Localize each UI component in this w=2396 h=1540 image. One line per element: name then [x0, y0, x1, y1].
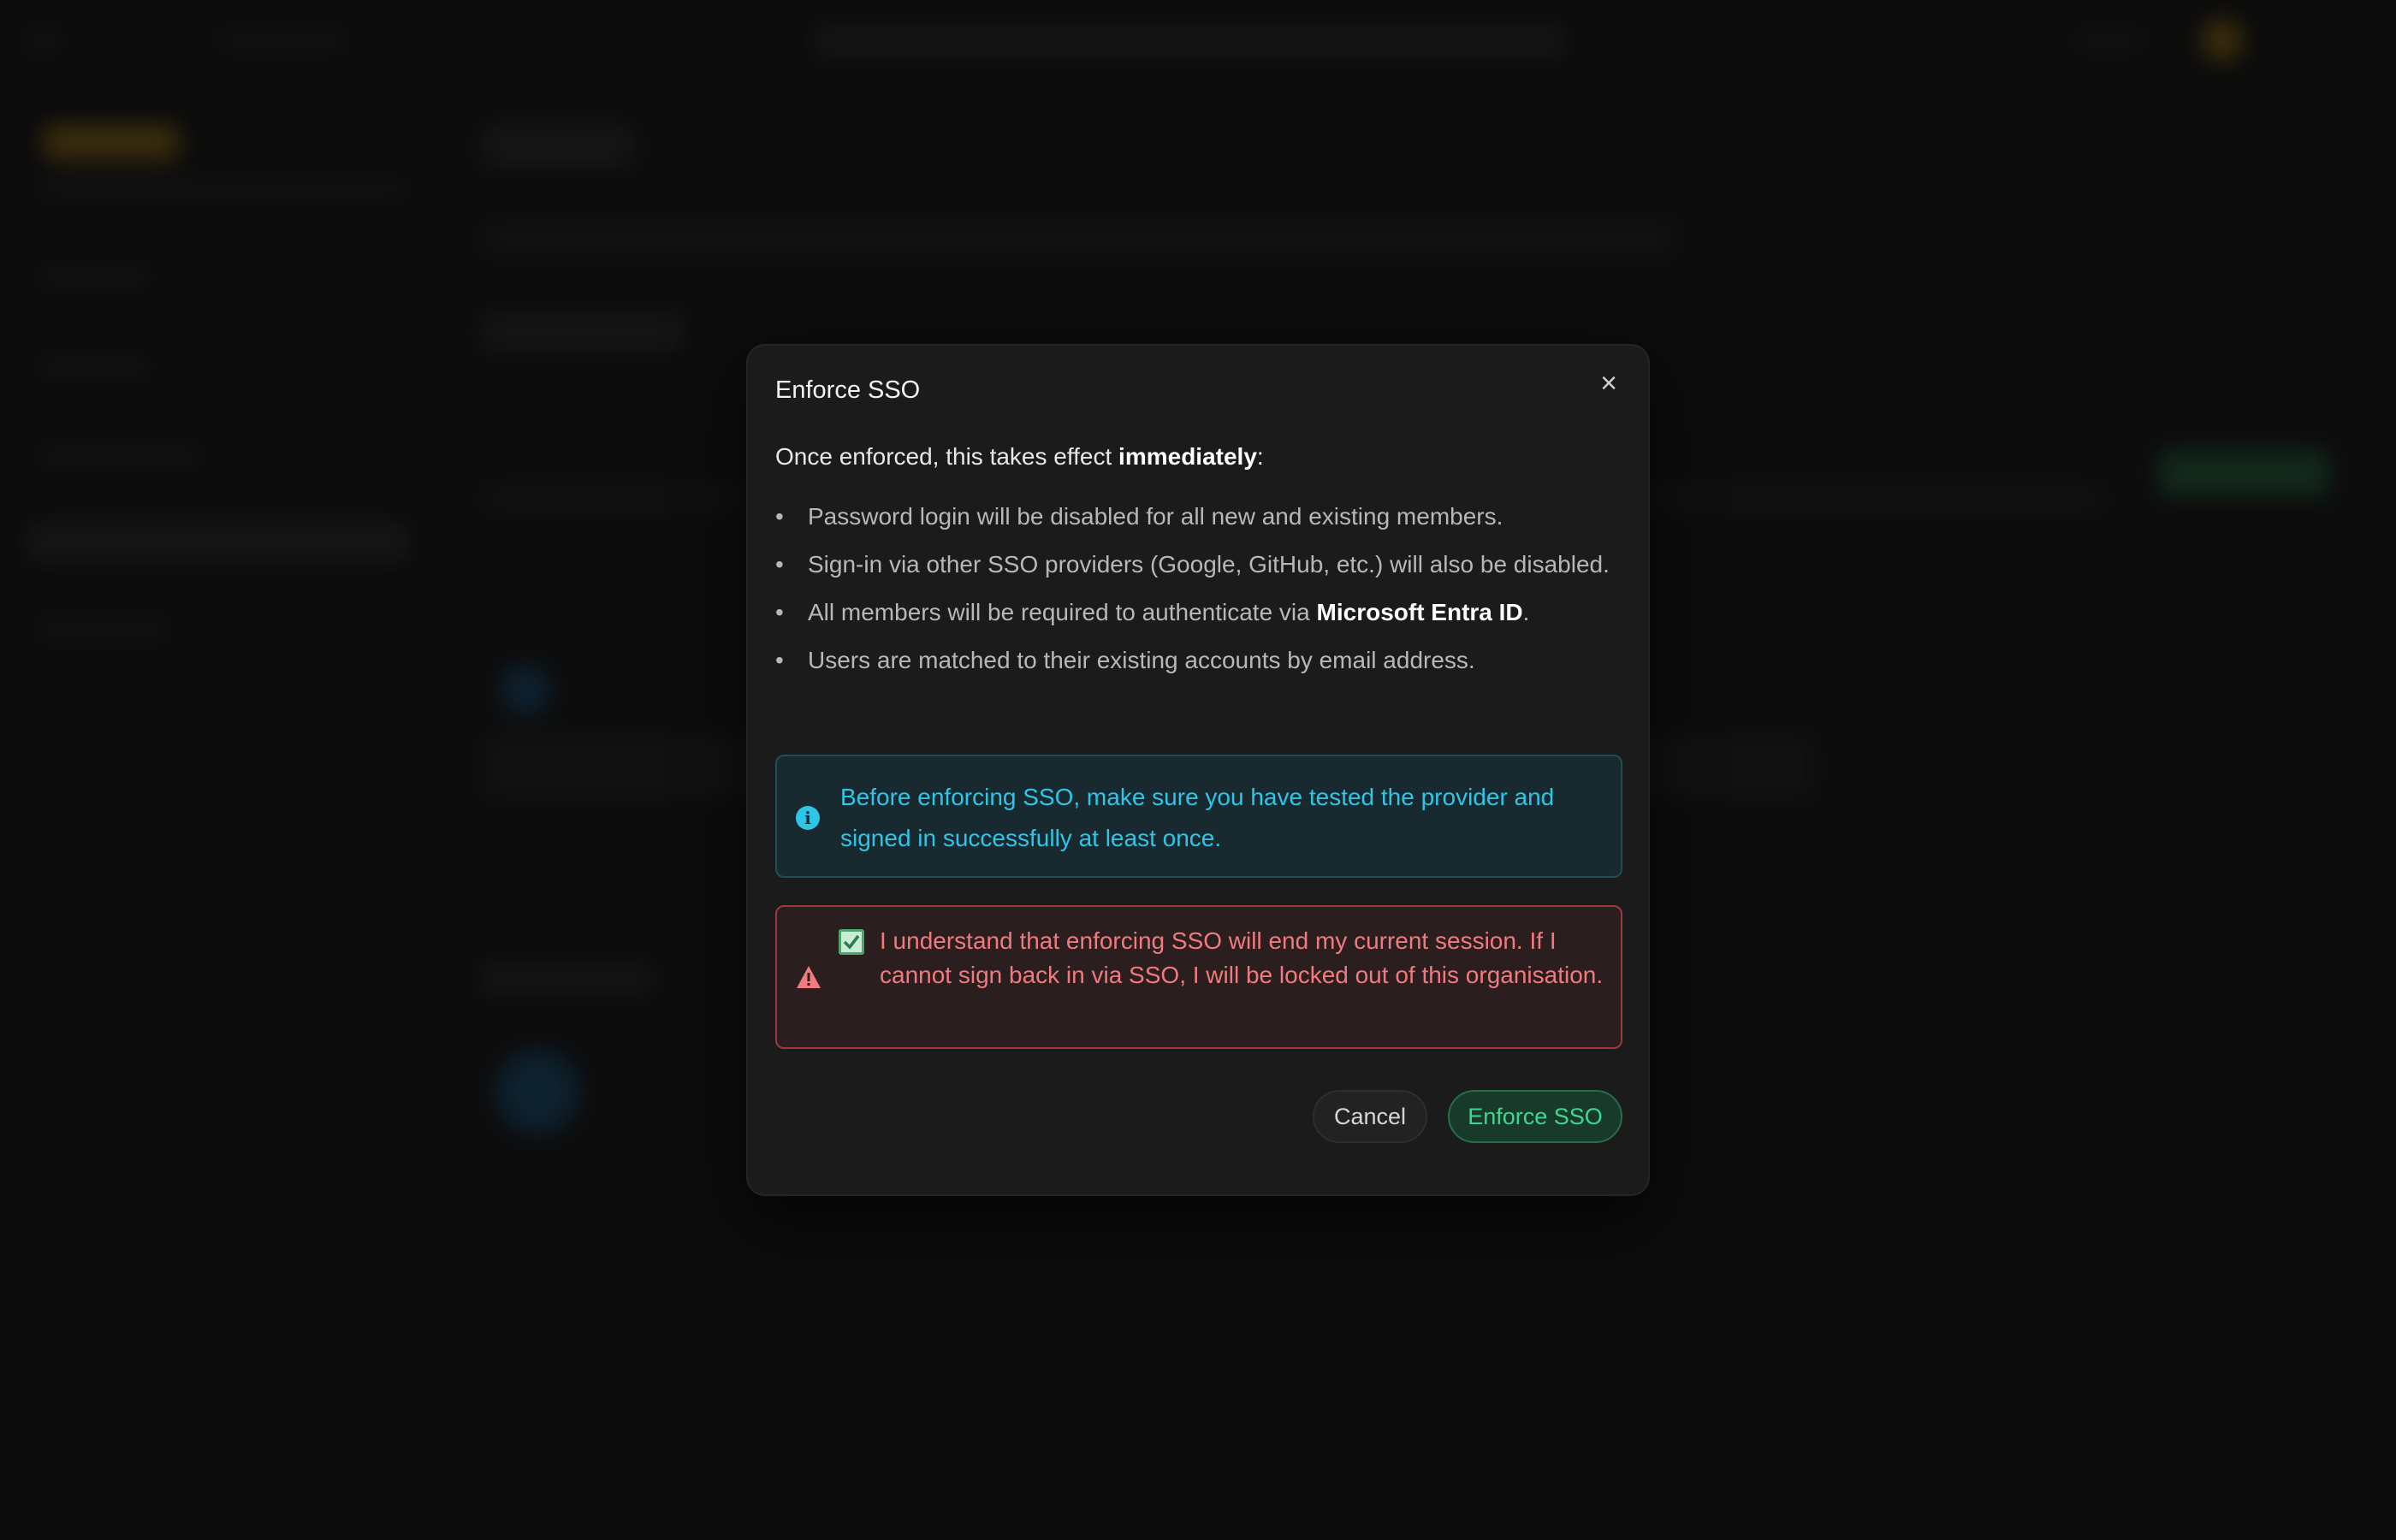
provider-name: Microsoft Entra ID: [1316, 599, 1523, 625]
dialog-intro: Once enforced, this takes effect immedia…: [775, 443, 1264, 471]
list-item-text: Sign-in via other SSO providers (Google,…: [808, 551, 1610, 578]
intro-suffix: :: [1256, 443, 1264, 470]
info-icon: i: [796, 806, 820, 830]
dialog-title: Enforce SSO: [775, 376, 921, 404]
info-text: Before enforcing SSO, make sure you have…: [840, 784, 1555, 851]
enforce-sso-button[interactable]: Enforce SSO: [1448, 1090, 1622, 1143]
checkmark-icon: [843, 934, 860, 950]
bullet-icon: •: [775, 647, 784, 673]
bullet-icon: •: [775, 599, 784, 625]
acknowledge-label[interactable]: I understand that enforcing SSO will end…: [880, 924, 1607, 992]
close-button[interactable]: ×: [1590, 364, 1628, 402]
cancel-button[interactable]: Cancel: [1313, 1090, 1427, 1143]
acknowledge-checkbox[interactable]: [839, 929, 864, 955]
list-item-text: Password login will be disabled for all …: [808, 503, 1503, 530]
list-item: • All members will be required to authent…: [775, 592, 1622, 633]
list-item: • Users are matched to their existing acc…: [775, 640, 1622, 681]
warning-icon: [797, 966, 821, 988]
close-icon: ×: [1600, 367, 1617, 400]
effects-list: • Password login will be disabled for all…: [775, 496, 1622, 688]
intro-prefix: Once enforced, this takes effect: [775, 443, 1119, 470]
warning-callout: I understand that enforcing SSO will end…: [775, 905, 1622, 1049]
list-item-suffix: .: [1522, 599, 1530, 625]
enforce-sso-dialog: Enforce SSO × Once enforced, this takes …: [746, 344, 1650, 1196]
bullet-icon: •: [775, 551, 784, 578]
list-item-text: Users are matched to their existing acco…: [808, 647, 1475, 673]
bullet-icon: •: [775, 503, 784, 530]
list-item: • Password login will be disabled for all…: [775, 496, 1622, 537]
list-item: • Sign-in via other SSO providers (Google…: [775, 544, 1622, 585]
intro-emphasis: immediately: [1118, 443, 1257, 470]
info-callout: i Before enforcing SSO, make sure you ha…: [775, 755, 1622, 878]
list-item-text: All members will be required to authenti…: [808, 599, 1317, 625]
